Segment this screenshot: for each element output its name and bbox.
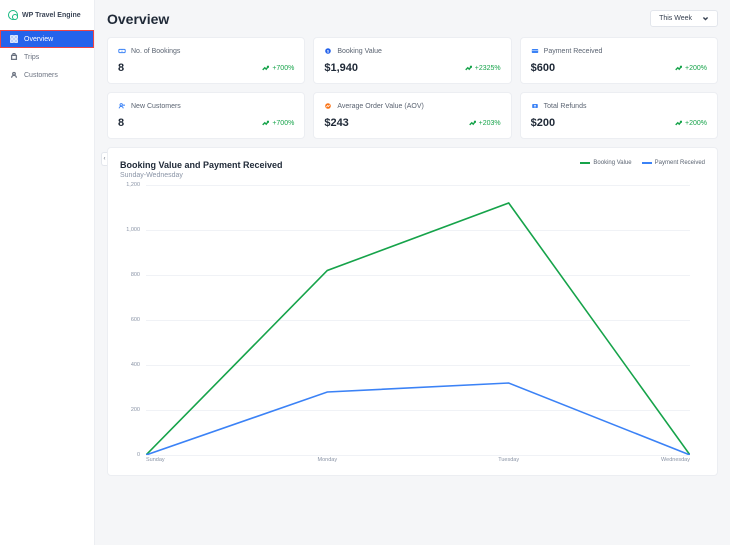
stat-card: $ Booking Value $1,940 +2325% [313, 37, 511, 84]
stat-card: Average Order Value (AOV) $243 +203% [313, 92, 511, 139]
stat-label: Booking Value [337, 48, 382, 55]
legend-swatch [580, 162, 590, 164]
chart-subtitle: Sunday-Wednesday [120, 172, 283, 179]
chart-legend: Booking Value Payment Received [580, 160, 705, 166]
user-icon [10, 71, 18, 79]
legend-label: Booking Value [593, 160, 631, 166]
chart-header: Booking Value and Payment Received Sunda… [120, 160, 705, 179]
x-tick-label: Monday [318, 457, 338, 463]
stat-value: $1,940 [324, 62, 358, 74]
grid-icon [10, 35, 18, 43]
chart-area: 0 200 400 600 800 1,000 1,200 Sunday Monday Tues… [120, 185, 690, 467]
page-header: Overview This Week [107, 10, 718, 27]
legend-label: Payment Received [655, 160, 705, 166]
stat-change: +700% [262, 120, 294, 127]
stat-card: New Customers 8 +700% [107, 92, 305, 139]
sidebar-item-overview[interactable]: Overview [0, 30, 94, 48]
y-tick-label: 0 [120, 452, 140, 458]
brand-logo: WP Travel Engine [0, 6, 94, 30]
sidebar-item-customers[interactable]: Customers [0, 66, 94, 84]
y-tick-label: 200 [120, 407, 140, 413]
sidebar-nav: Overview Trips Customers [0, 30, 94, 84]
x-tick-label: Wednesday [661, 457, 690, 463]
sidebar-item-label: Overview [24, 36, 53, 43]
card-icon [531, 47, 539, 55]
brand-name: WP Travel Engine [22, 12, 81, 19]
page-title: Overview [107, 11, 169, 27]
stat-label: New Customers [131, 103, 181, 110]
date-range-label: This Week [659, 15, 692, 22]
newuser-icon [118, 102, 126, 110]
ticket-icon [118, 47, 126, 55]
stat-change: +700% [262, 65, 294, 72]
date-range-select[interactable]: This Week [650, 10, 718, 27]
x-tick-label: Sunday [146, 457, 165, 463]
x-axis: Sunday Monday Tuesday Wednesday [146, 457, 690, 467]
stat-change: +2325% [465, 65, 501, 72]
chart-plot [146, 185, 690, 455]
y-tick-label: 1,200 [120, 182, 140, 188]
sidebar-item-label: Customers [24, 72, 58, 79]
bag-icon [10, 53, 18, 61]
collapse-handle[interactable]: ‹ [101, 152, 107, 166]
app-root: WP Travel Engine OverviewTripsCustomers … [0, 0, 730, 545]
chevron-down-icon [702, 15, 709, 22]
stat-value: $243 [324, 117, 348, 129]
y-tick-label: 600 [120, 317, 140, 323]
grid-line [146, 455, 690, 456]
stat-value: $200 [531, 117, 555, 129]
refund-icon [531, 102, 539, 110]
legend-swatch [642, 162, 652, 164]
sidebar-item-label: Trips [24, 54, 39, 61]
avg-icon [324, 102, 332, 110]
stat-change: +200% [675, 65, 707, 72]
main-content: Overview This Week No. of Bookings 8 +700%… [95, 0, 730, 545]
stat-value: 8 [118, 62, 124, 74]
y-tick-label: 1,000 [120, 227, 140, 233]
dollar-icon: $ [324, 47, 332, 55]
legend-item: Payment Received [642, 160, 705, 166]
stat-label: Total Refunds [544, 103, 587, 110]
x-tick-label: Tuesday [498, 457, 519, 463]
stat-card: No. of Bookings 8 +700% [107, 37, 305, 84]
y-axis: 0 200 400 600 800 1,000 1,200 [120, 185, 144, 455]
legend-item: Booking Value [580, 160, 631, 166]
chart-panel: ‹ Booking Value and Payment Received Sun… [107, 147, 718, 476]
stat-card: Payment Received $600 +200% [520, 37, 718, 84]
series-line [146, 203, 690, 455]
sidebar-item-trips[interactable]: Trips [0, 48, 94, 66]
stat-change: +203% [469, 120, 501, 127]
stat-card: Total Refunds $200 +200% [520, 92, 718, 139]
stat-value: $600 [531, 62, 555, 74]
series-line [146, 383, 690, 455]
y-tick-label: 800 [120, 272, 140, 278]
y-tick-label: 400 [120, 362, 140, 368]
stat-value: 8 [118, 117, 124, 129]
stat-label: Average Order Value (AOV) [337, 103, 424, 110]
stat-change: +200% [675, 120, 707, 127]
chart-title: Booking Value and Payment Received [120, 160, 283, 170]
stat-label: Payment Received [544, 48, 603, 55]
sidebar: WP Travel Engine Overview Trips Customers [0, 0, 95, 545]
stat-cards-grid: No. of Bookings 8 +700% $ Booking Value $1,94… [107, 37, 718, 139]
stat-label: No. of Bookings [131, 48, 180, 55]
logo-icon [8, 10, 18, 20]
